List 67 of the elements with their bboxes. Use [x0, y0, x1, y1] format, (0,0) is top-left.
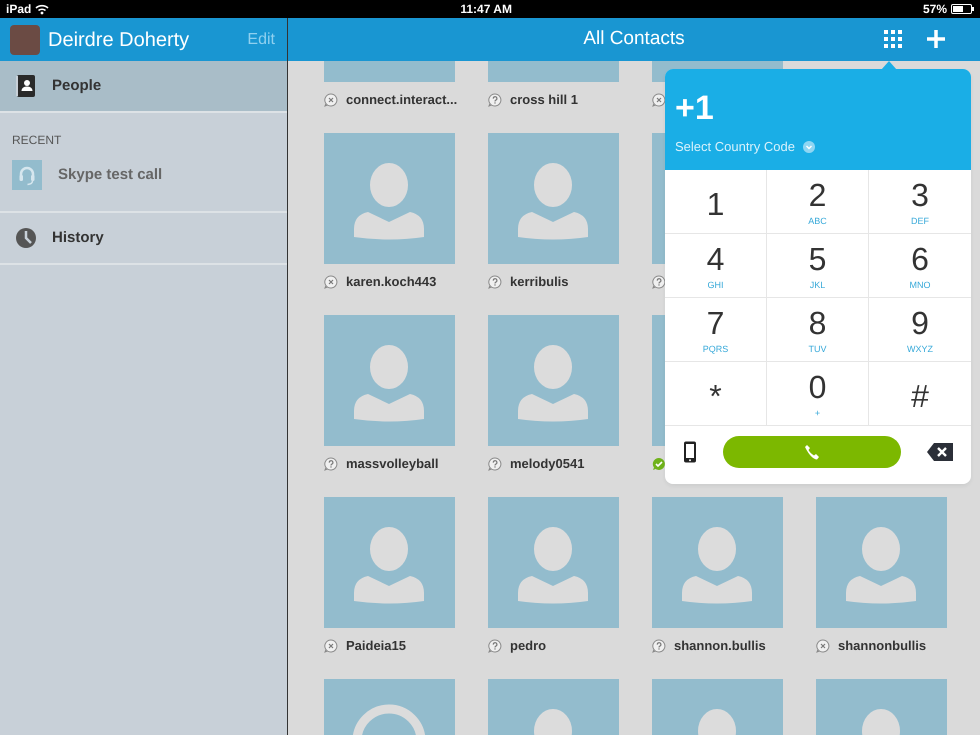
unknown-status-icon [652, 275, 666, 289]
contact-avatar[interactable] [324, 133, 455, 264]
unknown-status-icon [488, 457, 502, 471]
dial-key[interactable]: 4 GHI [665, 234, 767, 298]
contact-tile[interactable] [324, 61, 455, 82]
contact-name: melody0541 [510, 455, 584, 474]
dial-key[interactable]: 8 TUV [767, 298, 869, 362]
unknown-status-icon [652, 639, 666, 653]
dialed-number: +1 [675, 91, 715, 125]
offline-status-icon [816, 639, 830, 653]
recent-item[interactable]: Skype test call [0, 155, 287, 213]
section-heading: RECENT [11, 132, 62, 149]
unknown-status-icon [488, 275, 502, 289]
dial-key[interactable]: 6 MNO [869, 234, 971, 298]
contact-avatar[interactable] [488, 315, 619, 446]
dial-key[interactable]: 9 WXYZ [869, 298, 971, 362]
battery-icon [951, 4, 974, 14]
contact-name: shannon.bullis [674, 637, 766, 656]
contact-name: Paideia15 [346, 637, 406, 656]
dial-key[interactable]: 7 PQRS [665, 298, 767, 362]
wifi-icon [35, 3, 50, 15]
contact-name: massvolleyball [346, 455, 438, 474]
add-icon[interactable] [926, 29, 946, 49]
dial-key[interactable]: * [665, 362, 767, 426]
unknown-status-icon [324, 457, 338, 471]
sidebar-item[interactable]: History [0, 213, 287, 265]
page-title: All Contacts [583, 27, 685, 52]
unknown-status-icon [488, 639, 502, 653]
contacts-book-icon [16, 75, 36, 97]
contact-tile[interactable] [488, 61, 619, 82]
contact-name: karen.koch443 [346, 273, 436, 292]
backspace-icon[interactable] [927, 442, 953, 460]
chevron-down-icon [802, 140, 815, 153]
contact-avatar[interactable] [488, 133, 619, 264]
call-button[interactable] [723, 436, 901, 468]
clock-icon [16, 227, 36, 249]
contact-name: connect.interact... [346, 91, 458, 110]
contact-name: cross hill 1 [510, 91, 578, 110]
contact-avatar[interactable] [324, 315, 455, 446]
offline-status-icon [324, 275, 338, 289]
battery-percent: 57% [922, 1, 947, 18]
contact-name: kerribulis [510, 273, 569, 292]
contact-avatar[interactable] [652, 497, 783, 628]
dial-key[interactable]: 2 ABC [767, 170, 869, 234]
unknown-status-icon [488, 93, 502, 107]
dial-key[interactable]: # [869, 362, 971, 426]
dial-key[interactable]: 1 [665, 170, 767, 234]
profile-name: Deirdre Doherty [48, 28, 190, 52]
dial-key[interactable]: 0 + [767, 362, 869, 426]
dial-key[interactable]: 5 JKL [767, 234, 869, 298]
offline-status-icon [324, 639, 338, 653]
mobile-phone-icon[interactable] [683, 440, 697, 462]
headset-icon [12, 160, 42, 190]
dialpad-icon[interactable] [884, 30, 902, 48]
contact-name: pedro [510, 637, 546, 656]
contact-name: shannonbullis [838, 637, 926, 656]
contact-avatar[interactable] [488, 497, 619, 628]
clock-time: 11:47 AM [460, 1, 512, 18]
phone-icon [804, 444, 820, 460]
sidebar-item[interactable]: People [0, 61, 287, 113]
offline-status-icon [652, 93, 666, 107]
contact-avatar[interactable] [816, 497, 947, 628]
profile-photo-placeholder [10, 24, 40, 54]
carrier-label: iPad [6, 1, 32, 18]
offline-status-icon [324, 93, 338, 107]
dial-key[interactable]: 3 DEF [869, 170, 971, 234]
contact-avatar[interactable] [324, 497, 455, 628]
